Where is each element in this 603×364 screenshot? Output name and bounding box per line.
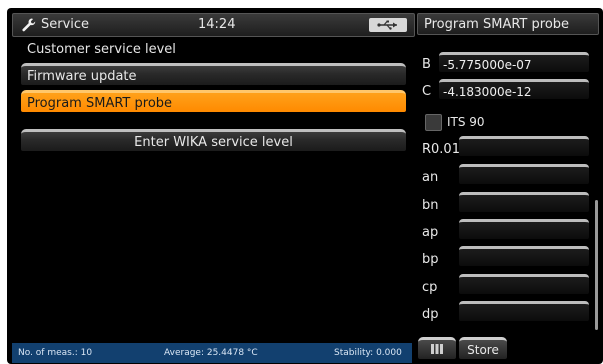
program-smart-probe-button[interactable]: Program SMART probe <box>21 90 406 112</box>
meas-count: No. of meas.: 10 <box>18 348 93 358</box>
average-reading: Average: 25.4478 °C <box>164 348 258 358</box>
coef-b-field[interactable]: -5.775000e-07 <box>439 52 589 72</box>
field-label-bp: bp <box>422 252 439 267</box>
field-input-an[interactable] <box>459 164 589 184</box>
field-label-ap: ap <box>422 225 439 240</box>
usb-icon <box>369 18 407 32</box>
field-label-an: an <box>422 170 439 185</box>
keypad-button[interactable] <box>418 337 456 359</box>
field-input-r001[interactable] <box>459 136 589 156</box>
its90-checkbox[interactable] <box>425 114 442 131</box>
status-bar: No. of meas.: 10 Average: 25.4478 °C Sta… <box>12 343 412 363</box>
field-label-dp: dp <box>422 307 439 322</box>
coef-c-field[interactable]: -4.183000e-12 <box>439 79 589 99</box>
keypad-icon <box>431 344 443 354</box>
field-input-ap[interactable] <box>459 219 589 239</box>
stability-reading: Stability: 0.000 <box>334 348 402 358</box>
right-panel-title: Program SMART probe <box>417 13 599 35</box>
enter-wika-service-level-button[interactable]: Enter WIKA service level <box>21 129 406 151</box>
service-header: Service 14:24 <box>12 13 415 37</box>
field-label-cp: cp <box>422 280 438 295</box>
coef-b-label: B <box>422 57 431 72</box>
field-input-dp[interactable] <box>459 301 589 321</box>
header-title: Service <box>41 17 90 32</box>
field-input-bn[interactable] <box>459 192 589 212</box>
clock: 14:24 <box>198 17 236 32</box>
coef-c-label: C <box>422 84 432 99</box>
store-button[interactable]: Store <box>459 337 507 359</box>
its90-label: ITS 90 <box>447 115 485 129</box>
section-label: Customer service level <box>27 42 176 57</box>
scrollbar[interactable] <box>595 200 598 330</box>
field-label-bn: bn <box>422 198 439 213</box>
firmware-update-button[interactable]: Firmware update <box>21 63 406 85</box>
field-input-bp[interactable] <box>459 246 589 266</box>
field-label-r001: R0.01 <box>422 142 460 157</box>
field-input-cp[interactable] <box>459 274 589 294</box>
wrench-icon <box>22 18 36 32</box>
device-screen: Service 14:24 Customer service level Fir… <box>7 8 603 364</box>
